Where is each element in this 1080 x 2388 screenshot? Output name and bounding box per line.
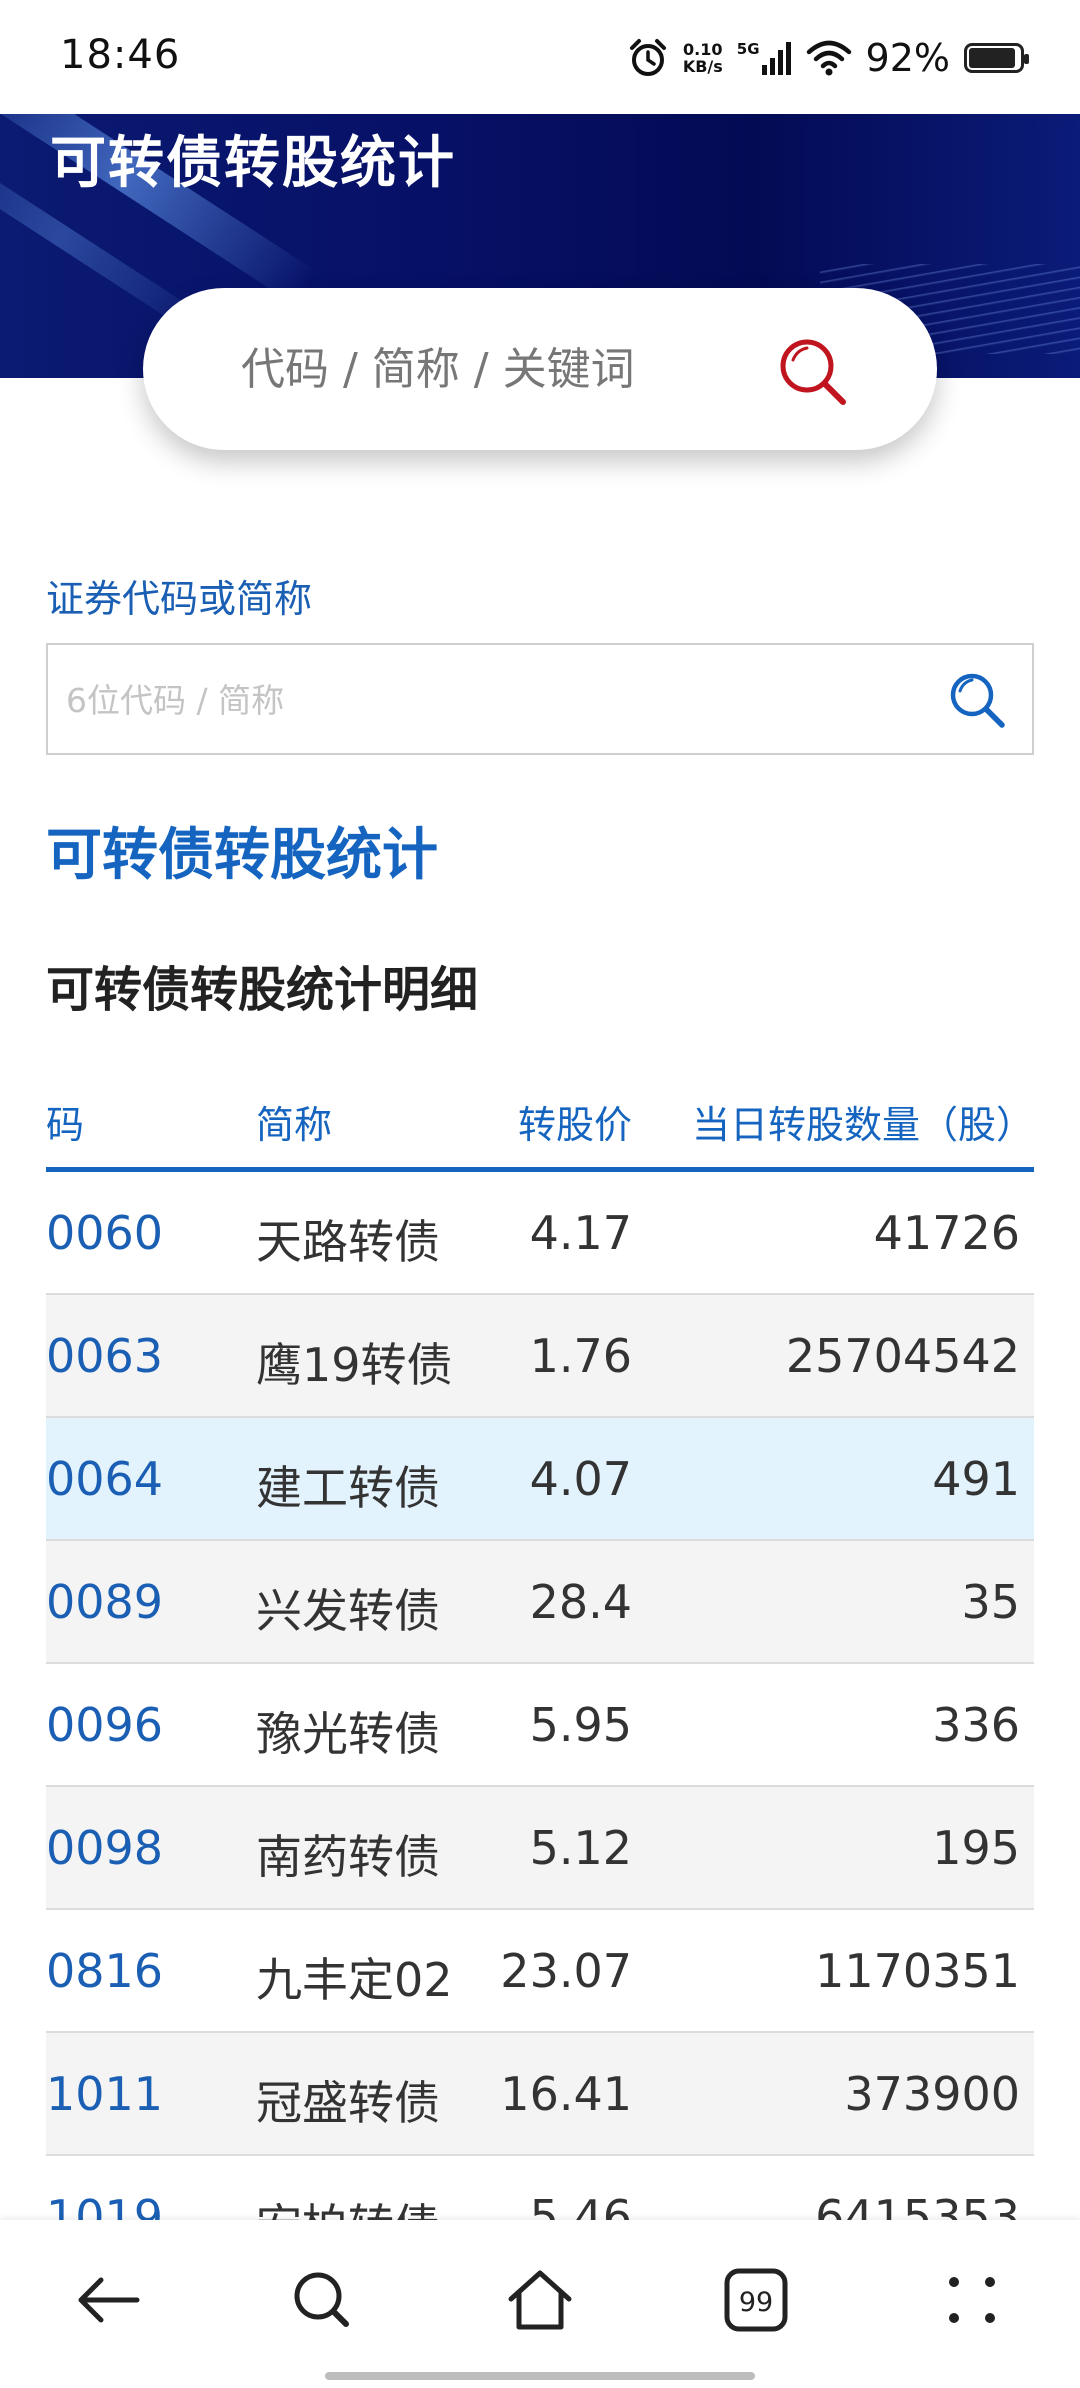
- menu-button[interactable]: [922, 2250, 1022, 2350]
- table-row[interactable]: 0063 鹰19转债 1.76 25704542: [46, 1295, 1034, 1418]
- cell-price: 5.12: [529, 1821, 632, 1875]
- cell-qty: 35: [961, 1575, 1020, 1629]
- cell-name: 建工转债: [256, 1461, 440, 1515]
- tabs-count: 99: [739, 2287, 773, 2318]
- banner-title: 可转债转股统计: [50, 131, 456, 196]
- column-header-price[interactable]: 转股价: [518, 1094, 632, 1149]
- column-header-code[interactable]: 码: [46, 1094, 84, 1149]
- net-speed-unit: KB/s: [682, 57, 723, 76]
- cell-code[interactable]: 1011: [46, 2067, 163, 2121]
- table-row[interactable]: 0098 南药转债 5.12 195: [46, 1787, 1034, 1910]
- status-time: 18:46: [60, 32, 181, 78]
- home-indicator[interactable]: [325, 2372, 755, 2380]
- network-type: 5G: [736, 40, 760, 58]
- cell-name: 鹰19转债: [256, 1338, 453, 1392]
- cell-name: 豫光转债: [256, 1707, 440, 1761]
- search-icon[interactable]: [773, 332, 853, 412]
- status-icons: 0.10 KB/s 5G 92%: [627, 30, 1029, 86]
- sub-title: 可转债转股统计明细: [46, 962, 479, 1018]
- column-header-name[interactable]: 简称: [256, 1094, 332, 1149]
- table-row[interactable]: 0060 天路转债 4.17 41726: [46, 1172, 1034, 1295]
- alarm-icon: [629, 39, 666, 76]
- net-speed: 0.10 KB/s: [683, 41, 723, 75]
- cell-price: 5.95: [529, 1698, 632, 1752]
- menu-dots-icon: [949, 2277, 995, 2323]
- cell-price: 16.41: [500, 2067, 632, 2121]
- tabs-icon: 99: [724, 2268, 788, 2332]
- cell-price: 1.76: [529, 1329, 632, 1383]
- back-button[interactable]: [58, 2250, 158, 2350]
- hero-search-bar[interactable]: [143, 288, 937, 450]
- cell-name: 南药转债: [256, 1830, 440, 1884]
- table-header: 码 简称 转股价 当日转股数量（股）: [46, 1080, 1034, 1172]
- table-row[interactable]: 0064 建工转债 4.07 491: [46, 1418, 1034, 1541]
- cell-qty: 373900: [844, 2067, 1020, 2121]
- battery-percent: 92%: [865, 36, 950, 80]
- home-button[interactable]: [490, 2250, 590, 2350]
- tabs-button[interactable]: 99: [706, 2250, 806, 2350]
- cell-code[interactable]: 0060: [46, 1206, 163, 1260]
- battery-fill: [969, 48, 1015, 68]
- hero-search-input[interactable]: [241, 334, 761, 404]
- cell-name: 九丰定02: [256, 1953, 453, 2007]
- cell-qty: 41726: [873, 1206, 1020, 1260]
- browser-bottom-nav: 99: [0, 2220, 1080, 2388]
- cell-name: 天路转债: [256, 1215, 440, 1269]
- cell-qty: 336: [932, 1698, 1020, 1752]
- cell-qty: 25704542: [785, 1329, 1020, 1383]
- status-bar: 18:46 0.10 KB/s 5G 92%: [0, 0, 1080, 114]
- cell-price: 4.07: [529, 1452, 632, 1506]
- cell-code[interactable]: 0098: [46, 1821, 163, 1875]
- cell-price: 28.4: [529, 1575, 632, 1629]
- home-icon: [508, 2270, 572, 2330]
- table-row[interactable]: 0816 九丰定02 23.07 1170351: [46, 1910, 1034, 2033]
- search-button[interactable]: [272, 2250, 372, 2350]
- search-icon: [294, 2272, 349, 2327]
- cell-code[interactable]: 0096: [46, 1698, 163, 1752]
- cell-code[interactable]: 0063: [46, 1329, 163, 1383]
- cell-qty: 195: [932, 1821, 1020, 1875]
- cell-qty: 491: [932, 1452, 1020, 1506]
- table-row[interactable]: 0096 豫光转债 5.95 336: [46, 1664, 1034, 1787]
- table-row[interactable]: 1011 冠盛转债 16.41 373900: [46, 2033, 1034, 2156]
- cell-signal: 5G: [737, 41, 792, 75]
- search-icon[interactable]: [944, 667, 1010, 733]
- net-speed-value: 0.10: [683, 40, 723, 59]
- signal-bars-icon: [761, 42, 791, 75]
- conversion-table: 码 简称 转股价 当日转股数量（股） 0060 天路转债 4.17 41726 …: [46, 1080, 1034, 2279]
- security-search-box[interactable]: [46, 643, 1034, 755]
- table-row[interactable]: 0089 兴发转债 28.4 35: [46, 1541, 1034, 1664]
- section-title: 可转债转股统计: [46, 823, 438, 888]
- cell-price: 4.17: [529, 1206, 632, 1260]
- cell-qty: 1170351: [815, 1944, 1020, 1998]
- cell-name: 冠盛转债: [256, 2076, 440, 2130]
- cell-code[interactable]: 0064: [46, 1452, 163, 1506]
- cell-code[interactable]: 0089: [46, 1575, 163, 1629]
- wifi-icon: [806, 40, 851, 76]
- table-body: 0060 天路转债 4.17 41726 0063 鹰19转债 1.76 257…: [46, 1172, 1034, 2279]
- security-search-input[interactable]: [66, 667, 926, 733]
- arrow-left-icon: [78, 2277, 140, 2323]
- cell-name: 兴发转债: [256, 1584, 440, 1638]
- security-search-label: 证券代码或简称: [46, 577, 313, 621]
- cell-price: 23.07: [500, 1944, 632, 1998]
- cell-code[interactable]: 0816: [46, 1944, 163, 1998]
- battery-icon: [964, 43, 1029, 73]
- column-header-qty[interactable]: 当日转股数量（股）: [692, 1094, 1034, 1149]
